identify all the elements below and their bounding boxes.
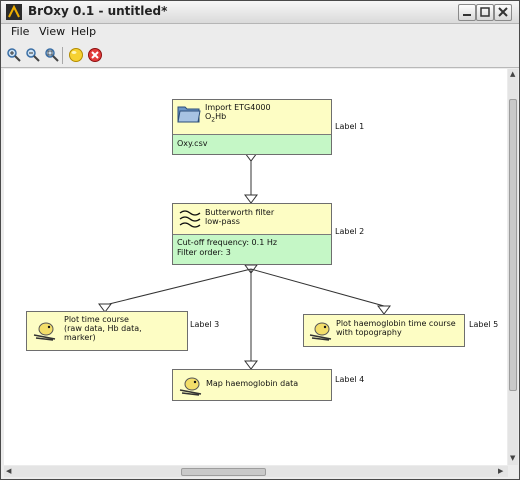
app-logo-icon — [6, 4, 22, 20]
input-port-4 — [244, 360, 258, 370]
stop-icon[interactable] — [86, 46, 104, 64]
maximize-icon — [480, 7, 490, 17]
window-title: BrOxy 0.1 - untitled* — [28, 4, 168, 18]
vertical-scroll-thumb[interactable] — [509, 99, 517, 391]
scroll-down-icon[interactable]: ▼ — [510, 455, 515, 462]
scroll-left-icon[interactable]: ◀ — [6, 468, 11, 475]
folder-icon — [177, 106, 201, 123]
minimize-button[interactable] — [458, 4, 476, 21]
node-line-3: marker) — [64, 333, 96, 342]
scroll-up-icon[interactable]: ▲ — [510, 71, 515, 78]
menu-bar: File View Help — [1, 24, 519, 42]
menu-help[interactable]: Help — [71, 25, 96, 38]
parameter-order: Filter order: 3 — [177, 248, 231, 257]
node-label-1: Label 1 — [335, 122, 365, 131]
node-map-haemoglobin[interactable]: Map haemoglobin data — [172, 369, 332, 401]
node-label-2: Label 2 — [335, 227, 365, 236]
node-line-1: Map haemoglobin data — [206, 379, 299, 388]
title-bar: BrOxy 0.1 - untitled* — [1, 1, 519, 24]
parameter-file: Oxy.csv — [177, 139, 208, 148]
node-subtitle: low-pass — [205, 217, 240, 226]
horizontal-scroll-thumb[interactable] — [181, 468, 266, 476]
map-bird-icon — [179, 377, 202, 396]
node-parameters: Cut-off frequency: 0.1 Hz Filter order: … — [173, 234, 331, 264]
scroll-right-icon[interactable]: ▶ — [498, 468, 503, 475]
horizontal-scrollbar[interactable]: ◀ ▶ — [4, 466, 508, 477]
toolbar-separator — [62, 47, 63, 64]
node-butterworth-filter[interactable]: Butterworth filter low-pass Cut-off freq… — [172, 203, 332, 265]
node-import-etg4000[interactable]: Import ETG4000 O2Hb Oxy.csv — [172, 99, 332, 155]
workflow-canvas[interactable]: Import ETG4000 O2Hb Oxy.csv Label 1 Butt… — [4, 69, 507, 465]
node-plot-time-course[interactable]: Plot time course (raw data, Hb data, mar… — [26, 311, 188, 351]
node-label-5: Label 5 — [469, 320, 499, 329]
link-2-5 — [250, 268, 385, 307]
node-subtitle: O2Hb — [205, 112, 227, 124]
node-plot-topography[interactable]: Plot haemoglobin time course with topogr… — [303, 314, 465, 347]
app-window: BrOxy 0.1 - untitled* File View Help Imp… — [0, 0, 520, 480]
close-button[interactable] — [494, 4, 512, 21]
input-port-5 — [377, 305, 391, 315]
zoom-out-icon[interactable] — [24, 46, 42, 64]
topography-bird-icon — [309, 322, 332, 341]
close-icon — [498, 7, 508, 17]
minimize-icon — [463, 14, 471, 16]
maximize-button[interactable] — [476, 4, 494, 21]
toolbar — [1, 43, 519, 68]
node-label-3: Label 3 — [190, 320, 220, 329]
zoom-fit-icon[interactable] — [43, 46, 61, 64]
wave-filter-icon — [179, 210, 201, 228]
menu-view[interactable]: View — [39, 25, 65, 38]
parameter-cutoff: Cut-off frequency: 0.1 Hz — [177, 238, 278, 247]
vertical-scrollbar[interactable]: ▲ ▼ — [508, 69, 518, 465]
node-line-2: with topography — [336, 328, 402, 337]
menu-file[interactable]: File — [11, 25, 29, 38]
input-port-2 — [244, 194, 258, 204]
node-label-4: Label 4 — [335, 375, 365, 384]
plot-bird-icon — [33, 322, 56, 341]
zoom-in-icon[interactable] — [5, 46, 23, 64]
node-parameters: Oxy.csv — [173, 134, 331, 154]
link-2-3 — [104, 268, 252, 306]
run-icon[interactable] — [67, 46, 85, 64]
